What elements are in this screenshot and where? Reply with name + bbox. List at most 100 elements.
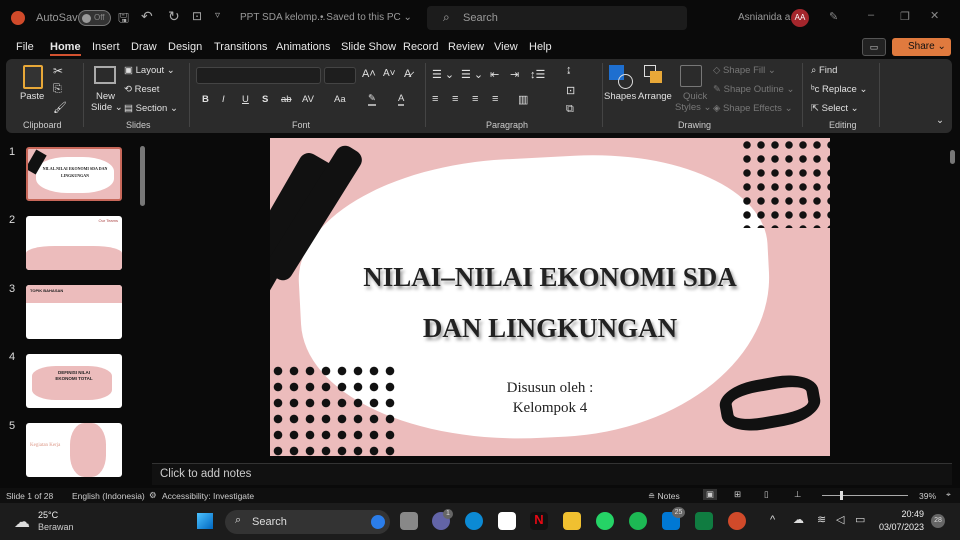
excel-icon[interactable] — [695, 512, 713, 530]
volume-icon[interactable]: ◁ — [836, 513, 844, 526]
shapes-button[interactable]: Shapes — [604, 91, 636, 102]
customize-icon[interactable]: ▿ — [215, 10, 220, 21]
share-button[interactable]: Share ⌄ — [892, 38, 951, 56]
underline-button[interactable]: U — [242, 94, 249, 105]
collapse-ribbon-icon[interactable]: ⌄ — [936, 115, 944, 126]
font-size-combo[interactable] — [324, 67, 356, 84]
notes-button[interactable]: ≘ Notes — [648, 491, 680, 502]
find-button[interactable]: ⌕ Find — [811, 65, 837, 76]
fit-slide-icon[interactable]: ⌖ — [946, 489, 951, 500]
italic-button[interactable]: I — [222, 94, 225, 105]
close-button[interactable]: ✕ — [930, 9, 939, 22]
cut-icon[interactable]: ✂ — [53, 64, 63, 78]
text-direction-icon[interactable]: ↨ — [566, 64, 572, 76]
current-slide[interactable]: NILAI–NILAI EKONOMI SDA DAN LINGKUNGAN D… — [270, 138, 830, 456]
justify-icon[interactable]: ≡ — [492, 93, 498, 105]
onedrive-icon[interactable]: ☁ — [793, 513, 804, 526]
replace-button[interactable]: ᵇc Replace ⌄ — [811, 84, 867, 95]
present-icon[interactable]: ⊡ — [192, 9, 202, 23]
slide-thumbnail-3[interactable]: TOPIK BAHASAN — [26, 285, 122, 339]
paste-icon[interactable] — [23, 65, 43, 89]
zoom-level[interactable]: 39% — [919, 491, 936, 501]
tab-slide-show[interactable]: Slide Show — [341, 41, 396, 53]
accessibility-icon[interactable]: ⚙ — [149, 490, 157, 501]
quick-styles-button[interactable]: Quick — [683, 91, 707, 102]
decrease-font-icon[interactable]: A˅ — [383, 68, 396, 79]
canvas-scrollbar[interactable] — [950, 150, 955, 164]
align-right-icon[interactable]: ≡ — [472, 93, 478, 105]
tab-insert[interactable]: Insert — [92, 41, 120, 53]
tab-help[interactable]: Help — [529, 41, 552, 53]
start-button[interactable] — [197, 513, 213, 529]
notification-badge[interactable]: 28 — [931, 514, 945, 528]
save-icon[interactable]: 🖫 — [118, 9, 129, 31]
arrange-icon[interactable] — [644, 65, 666, 87]
whatsapp-icon[interactable] — [596, 512, 614, 530]
save-state[interactable]: • Saved to this PC ⌄ — [320, 12, 412, 23]
shape-effects-button[interactable]: ◈ Shape Effects ⌄ — [713, 103, 793, 114]
avatar[interactable]: AA — [791, 9, 809, 27]
slide-thumbnail-5[interactable]: Kegiatan Kerja — [26, 423, 122, 477]
tab-home[interactable]: Home — [50, 41, 81, 56]
file-explorer-icon[interactable] — [563, 512, 581, 530]
battery-icon[interactable]: ▭ — [855, 513, 865, 526]
shape-outline-button[interactable]: ✎ Shape Outline ⌄ — [713, 84, 794, 95]
slide-thumbnail-2[interactable]: Our Teams — [26, 216, 122, 270]
highlight-icon[interactable]: ✎ — [368, 93, 376, 106]
taskbar-search[interactable]: ⌕ Search — [225, 510, 390, 534]
new-slide-dropdown[interactable]: Slide ⌄ — [91, 102, 123, 113]
bullets-icon[interactable]: ☰ ⌄ — [432, 68, 454, 81]
zoom-slider[interactable] — [822, 491, 908, 500]
shadow-button[interactable]: S — [262, 94, 268, 105]
restore-button[interactable]: ❐ — [900, 10, 910, 23]
quick-styles-icon[interactable] — [680, 65, 702, 87]
accessibility-status[interactable]: Accessibility: Investigate — [162, 491, 254, 501]
align-left-icon[interactable]: ≡ — [432, 93, 438, 105]
edge-icon[interactable] — [465, 512, 483, 530]
tab-review[interactable]: Review — [448, 41, 484, 53]
notes-pane[interactable]: Click to add notes — [152, 463, 952, 485]
tab-design[interactable]: Design — [168, 41, 202, 53]
search-box[interactable]: ⌕ Search — [427, 6, 687, 30]
slideshow-icon[interactable]: ⊥ — [794, 489, 801, 500]
document-title[interactable]: PPT SDA kelomp... — [240, 12, 325, 23]
slide-sorter-icon[interactable]: ⊞ — [734, 489, 741, 500]
show-hidden-icons[interactable]: ^ — [770, 514, 775, 526]
thumbnail-scrollbar[interactable] — [140, 146, 145, 206]
increase-font-icon[interactable]: A˄ — [362, 68, 376, 80]
smartart-icon[interactable]: ⧉ — [566, 103, 574, 116]
font-color-icon[interactable]: A — [398, 93, 405, 106]
clock-time[interactable]: 20:49 — [878, 509, 924, 519]
comments-button[interactable]: ▭ — [862, 38, 886, 56]
align-text-icon[interactable]: ⊡ — [566, 84, 575, 97]
store-icon[interactable] — [498, 512, 516, 530]
section-button[interactable]: ▤ Section ⌄ — [124, 103, 178, 114]
task-view-icon[interactable] — [400, 512, 418, 530]
copy-icon[interactable]: ⎘ — [53, 83, 62, 96]
powerpoint-icon[interactable] — [728, 512, 746, 530]
spotify-icon[interactable] — [629, 512, 647, 530]
clear-format-icon[interactable]: A̷ — [404, 68, 411, 80]
select-button[interactable]: ⇱ Select ⌄ — [811, 103, 859, 114]
reading-view-icon[interactable]: ▯ — [764, 489, 769, 500]
format-painter-icon[interactable]: 🖌 — [53, 101, 67, 114]
user-name[interactable]: Asnianida a — [738, 12, 790, 23]
strikethrough-button[interactable]: ab — [281, 94, 292, 105]
decrease-indent-icon[interactable]: ⇤ — [490, 68, 499, 81]
redo-icon[interactable]: ↻ — [168, 8, 180, 25]
tab-record[interactable]: Record — [403, 41, 438, 53]
minimize-button[interactable]: – — [868, 9, 874, 21]
paste-button[interactable]: Paste — [20, 91, 44, 102]
tab-file[interactable]: File — [16, 41, 34, 53]
layout-button[interactable]: ▣ Layout ⌄ — [124, 65, 175, 76]
reset-button[interactable]: ⟲ Reset — [124, 84, 159, 95]
slide-thumbnail-4[interactable]: DEFINISI NILAI EKONOMI TOTAL — [26, 354, 122, 408]
tab-transitions[interactable]: Transitions — [214, 41, 267, 53]
tab-draw[interactable]: Draw — [131, 41, 157, 53]
columns-icon[interactable]: ▥ — [518, 93, 528, 106]
wifi-icon[interactable]: ≋ — [817, 513, 826, 526]
new-slide-button[interactable]: New — [96, 91, 115, 102]
char-spacing-button[interactable]: AV — [302, 94, 314, 105]
clock-date[interactable]: 03/07/2023 — [870, 522, 924, 532]
autosave-toggle[interactable]: Off — [78, 10, 111, 26]
